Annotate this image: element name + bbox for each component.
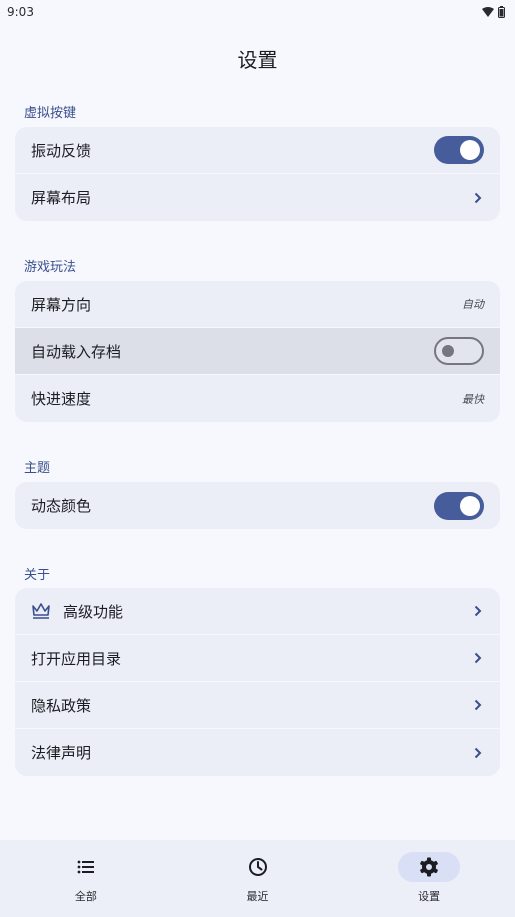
setting-speed[interactable]: 快进速度 最快 bbox=[15, 375, 500, 422]
nav-icon-wrap bbox=[55, 852, 117, 882]
nav-item-all[interactable]: 全部 bbox=[0, 840, 172, 917]
section-header-theme: 主题 bbox=[24, 461, 51, 476]
setting-speed-label: 快进速度 bbox=[31, 390, 92, 408]
setting-speed-value: 最快 bbox=[462, 392, 484, 406]
section-header-virtual-keys: 虚拟按键 bbox=[24, 106, 77, 121]
setting-dynamic-color-label: 动态颜色 bbox=[31, 497, 92, 515]
section-header-gameplay: 游戏玩法 bbox=[24, 260, 77, 275]
setting-autoload-label: 自动载入存档 bbox=[31, 342, 122, 361]
status-bar: 9:03 bbox=[0, 0, 515, 24]
nav-icon-wrap bbox=[398, 852, 461, 882]
nav-item-recent[interactable]: 最近 bbox=[172, 840, 344, 917]
wifi-icon bbox=[482, 7, 494, 17]
autoload-toggle[interactable] bbox=[434, 337, 484, 365]
toggle-knob bbox=[460, 140, 480, 160]
status-icons bbox=[482, 6, 505, 18]
list-icon bbox=[77, 860, 94, 874]
setting-orientation-label: 屏幕方向 bbox=[31, 295, 92, 314]
status-time: 9:03 bbox=[7, 5, 34, 19]
setting-premium[interactable]: 高级功能 bbox=[15, 588, 500, 635]
setting-screen-layout-label: 屏幕布局 bbox=[31, 189, 92, 207]
nav-label-all: 全部 bbox=[74, 890, 97, 903]
setting-vibration[interactable]: 振动反馈 bbox=[15, 127, 500, 174]
setting-autoload[interactable]: 自动载入存档 bbox=[15, 328, 500, 375]
clock-icon bbox=[248, 858, 267, 876]
section-header-about: 关于 bbox=[24, 568, 51, 583]
setting-legal[interactable]: 法律声明 bbox=[15, 729, 500, 776]
card-gameplay: 屏幕方向 自动 自动载入存档 快进速度 最快 bbox=[15, 281, 500, 422]
setting-dynamic-color[interactable]: 动态颜色 bbox=[15, 482, 500, 529]
chevron-right-icon bbox=[472, 652, 484, 664]
setting-open-directory[interactable]: 打开应用目录 bbox=[15, 635, 500, 682]
nav-item-settings[interactable]: 设置 bbox=[343, 840, 515, 917]
chevron-right-icon bbox=[472, 699, 484, 711]
card-about: 高级功能 打开应用目录 隐私政策 法律声明 bbox=[15, 588, 500, 776]
setting-privacy-label: 隐私政策 bbox=[31, 696, 92, 715]
setting-screen-layout[interactable]: 屏幕布局 bbox=[15, 174, 500, 221]
nav-label-settings: 设置 bbox=[418, 890, 441, 903]
card-virtual-keys: 振动反馈 屏幕布局 bbox=[15, 127, 500, 221]
card-theme: 动态颜色 bbox=[15, 482, 500, 529]
setting-open-directory-label: 打开应用目录 bbox=[31, 649, 122, 668]
setting-legal-label: 法律声明 bbox=[31, 744, 92, 762]
setting-privacy[interactable]: 隐私政策 bbox=[15, 682, 500, 729]
setting-orientation[interactable]: 屏幕方向 自动 bbox=[15, 281, 500, 328]
setting-vibration-label: 振动反馈 bbox=[31, 141, 92, 160]
dynamic-color-toggle[interactable] bbox=[434, 491, 484, 520]
battery-icon bbox=[498, 6, 505, 18]
bottom-nav: 全部 最近 设置 bbox=[0, 840, 515, 917]
page-title: 设置 bbox=[237, 48, 278, 72]
toggle-knob bbox=[460, 495, 480, 516]
nav-icon-wrap bbox=[227, 852, 289, 882]
chevron-right-icon bbox=[472, 192, 484, 204]
setting-premium-label-group: 高级功能 bbox=[31, 601, 123, 622]
nav-label-recent: 最近 bbox=[246, 890, 269, 903]
setting-orientation-value: 自动 bbox=[462, 298, 484, 311]
vibration-toggle[interactable] bbox=[434, 136, 484, 164]
crown-icon bbox=[32, 603, 50, 619]
setting-premium-label: 高级功能 bbox=[63, 602, 124, 621]
toggle-knob bbox=[442, 345, 454, 357]
chevron-right-icon bbox=[472, 747, 484, 759]
chevron-right-icon bbox=[472, 605, 484, 617]
gear-icon bbox=[420, 857, 439, 877]
